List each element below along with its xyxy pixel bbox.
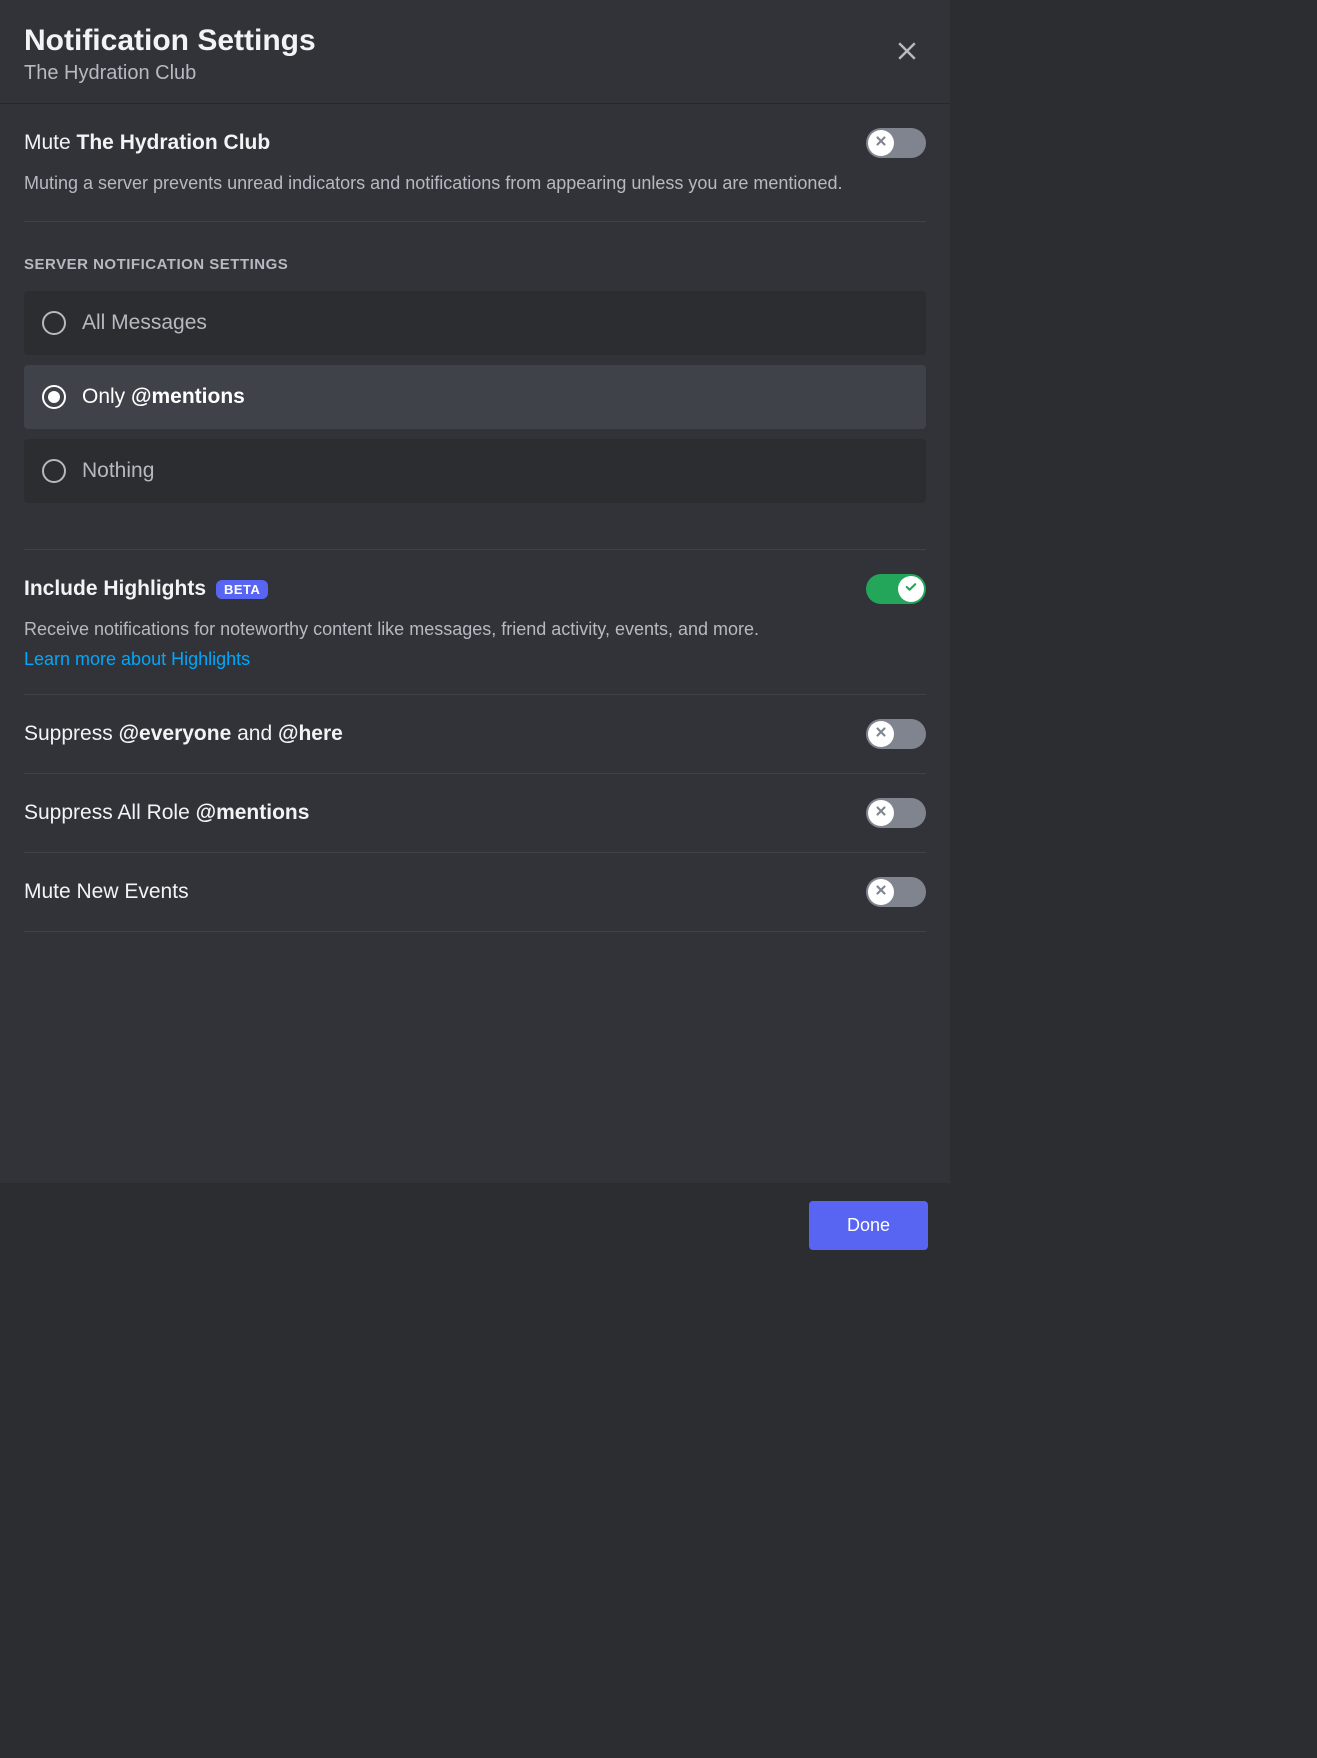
toggle-knob [868,721,894,747]
mute-new-events-label: Mute New Events [24,880,189,904]
mute-label-prefix: Mute [24,131,77,154]
radio-icon [42,459,66,483]
radio-label: Nothing [82,459,154,483]
include-highlights-title: Include Highlights BETA [24,577,268,601]
radio-label: Only @mentions [82,385,245,409]
highlights-label: Include Highlights [24,577,206,601]
mute-server-row: Mute The Hydration Club [24,128,926,158]
suppress-roles-toggle[interactable] [866,798,926,828]
check-icon [904,580,918,599]
suppress-roles-section: Suppress All Role @mentions [24,774,926,853]
toggle-knob [898,576,924,602]
suppress-everyone-section: Suppress @everyone and @here [24,695,926,774]
modal-content: Mute The Hydration Club Muting a server … [0,104,950,1183]
header-text: Notification Settings The Hydration Club [24,24,316,85]
suppress-roles-row: Suppress All Role @mentions [24,798,926,828]
modal-header: Notification Settings The Hydration Club [0,0,950,104]
mute-new-events-toggle[interactable] [866,877,926,907]
radio-icon [42,311,66,335]
highlights-description: Receive notifications for noteworthy con… [24,616,926,643]
mute-server-description: Muting a server prevents unread indicato… [24,170,926,197]
mute-server-section: Mute The Hydration Club Muting a server … [24,104,926,222]
mute-new-events-section: Mute New Events [24,853,926,932]
include-highlights-toggle[interactable] [866,574,926,604]
suppress-roles-label: Suppress All Role @mentions [24,801,309,825]
toggle-knob [868,879,894,905]
radio-option-nothing[interactable]: Nothing [24,439,926,503]
include-highlights-section: Include Highlights BETA Receive notifica… [24,550,926,695]
modal-title: Notification Settings [24,24,316,58]
x-icon [874,134,888,153]
x-icon [874,804,888,823]
radio-container: All Messages Only @mentions Nothing [24,291,926,550]
notification-settings-modal: Notification Settings The Hydration Club… [0,0,950,1268]
suppress-everyone-label: Suppress @everyone and @here [24,722,343,746]
radio-label: All Messages [82,311,207,335]
radio-option-all-messages[interactable]: All Messages [24,291,926,355]
learn-more-highlights-link[interactable]: Learn more about Highlights [24,649,250,670]
suppress-everyone-row: Suppress @everyone and @here [24,719,926,749]
beta-badge: BETA [216,580,268,599]
notification-level-radio-group: All Messages Only @mentions Nothing [24,291,926,503]
server-notification-settings-section: SERVER NOTIFICATION SETTINGS All Message… [24,256,926,550]
radio-icon [42,385,66,409]
x-icon [874,725,888,744]
modal-subtitle: The Hydration Club [24,62,316,85]
close-icon [894,52,920,67]
section-heading: SERVER NOTIFICATION SETTINGS [24,256,926,273]
close-button[interactable] [888,32,926,73]
done-button[interactable]: Done [809,1201,928,1250]
mute-label-server-name: The Hydration Club [77,131,271,154]
x-icon [874,883,888,902]
mute-new-events-row: Mute New Events [24,877,926,907]
include-highlights-row: Include Highlights BETA [24,574,926,604]
suppress-everyone-toggle[interactable] [866,719,926,749]
mute-server-toggle[interactable] [866,128,926,158]
toggle-knob [868,800,894,826]
toggle-knob [868,130,894,156]
modal-footer: Done [0,1183,950,1268]
radio-option-only-mentions[interactable]: Only @mentions [24,365,926,429]
mute-server-label: Mute The Hydration Club [24,131,270,155]
